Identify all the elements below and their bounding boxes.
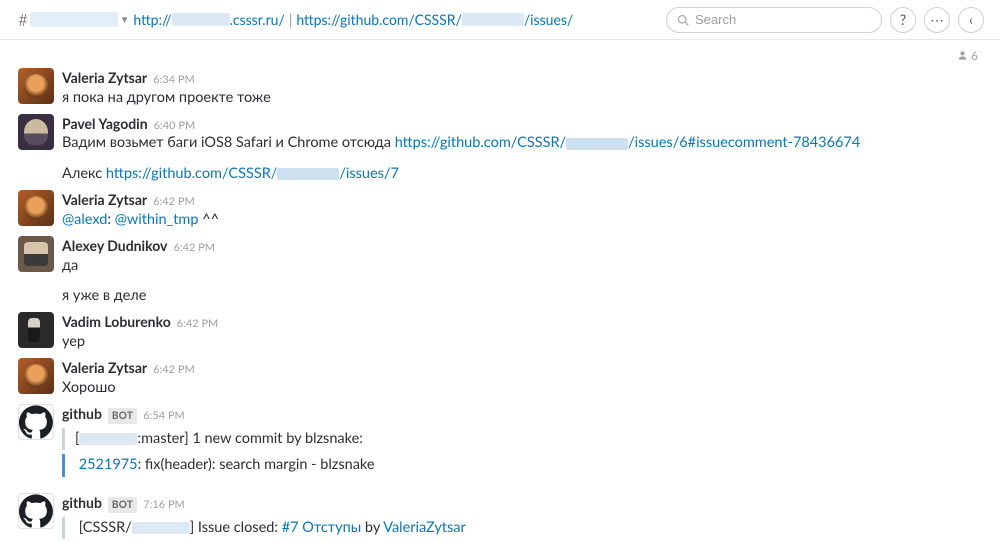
message-text: Хорошо — [62, 378, 982, 398]
message-text: Алекс https://github.com/CSSSR/ /issues/7 — [62, 164, 982, 184]
channel-hash: # — [18, 9, 28, 30]
message-timestamp[interactable]: 6:34 PM — [153, 72, 195, 87]
text: ^^ — [199, 211, 220, 228]
attachment-text: 2521975: fix(header): search margin - bl… — [75, 455, 982, 475]
message-timestamp[interactable]: 7:16 PM — [143, 497, 185, 512]
topic-link: http:// — [133, 11, 171, 28]
message-text: yep — [62, 332, 982, 352]
topic-link: https://github.com/CSSSR/ — [296, 11, 462, 28]
message-timestamp[interactable]: 6:40 PM — [154, 118, 196, 133]
search-icon — [677, 13, 689, 27]
link[interactable]: https://github.com/CSSSR/ — [106, 165, 277, 182]
message-list: Valeria Zytsar 6:34 PM я пока на другом … — [0, 63, 1000, 542]
message-author[interactable]: github — [62, 404, 102, 424]
mention[interactable]: @alexd — [62, 211, 107, 228]
topic-separator: | — [289, 11, 293, 28]
user-link[interactable]: ValeriaZytsar — [383, 519, 466, 536]
link-redacted — [277, 168, 339, 180]
github-icon — [19, 493, 53, 529]
topic-link: .csssr.ru/ — [230, 11, 285, 28]
member-count[interactable]: 6 — [971, 48, 978, 63]
more-button[interactable]: ⋯ — [924, 7, 950, 33]
message-text: @alexd: @within_tmp ^^ — [62, 210, 982, 230]
mention[interactable]: @within_tmp — [115, 211, 199, 228]
repo-redacted — [79, 433, 137, 445]
attachment-text: [CSSSR/ ] Issue closed: #7 Отступы by Val… — [75, 518, 982, 538]
avatar[interactable] — [18, 358, 54, 394]
topic-redacted — [172, 13, 230, 26]
message-text: да — [62, 256, 982, 276]
message: Valeria Zytsar 6:34 PM я пока на другом … — [0, 65, 1000, 111]
text: : fix(header): search margin - blzsnake — [138, 456, 375, 473]
avatar[interactable] — [18, 236, 54, 272]
message-author[interactable]: Valeria Zytsar — [62, 358, 147, 378]
message-timestamp[interactable]: 6:42 PM — [177, 316, 219, 331]
channel-name-redacted[interactable] — [30, 12, 118, 27]
bot-badge: BOT — [108, 408, 137, 424]
text: by — [361, 519, 383, 536]
avatar[interactable] — [18, 68, 54, 104]
attachment: [CSSSR/ ] Issue closed: #7 Отступы by Val… — [62, 517, 982, 539]
search-input[interactable] — [695, 12, 871, 27]
topic-link: /issues/ — [524, 11, 573, 28]
chevron-left-icon: ‹ — [969, 11, 973, 28]
message-timestamp[interactable]: 6:42 PM — [153, 362, 195, 377]
text: [CSSSR/ — [79, 519, 132, 536]
message: Alexey Dudnikov 6:42 PM да я уже в деле — [0, 233, 1000, 309]
collapse-button[interactable]: ‹ — [958, 7, 984, 33]
attachment: [:master] 1 new commit by blzsnake: — [62, 428, 982, 450]
message-author[interactable]: Valeria Zytsar — [62, 68, 147, 88]
message-timestamp[interactable]: 6:42 PM — [153, 194, 195, 209]
message: Valeria Zytsar 6:42 PM @alexd: @within_t… — [0, 187, 1000, 233]
message-timestamp[interactable]: 6:42 PM — [173, 240, 215, 255]
search-box[interactable] — [666, 7, 882, 33]
help-button[interactable]: ? — [890, 7, 916, 33]
message: Vadim Loburenko 6:42 PM yep — [0, 309, 1000, 355]
link[interactable]: /issues/6#issuecomment-78436674 — [628, 134, 860, 151]
message-author[interactable]: Alexey Dudnikov — [62, 236, 167, 256]
link-redacted — [566, 138, 628, 150]
message-author[interactable]: Pavel Yagodin — [62, 114, 148, 134]
attachment-text: [:master] 1 new commit by blzsnake: — [75, 429, 982, 449]
message-text: я уже в деле — [62, 286, 982, 306]
message-author[interactable]: github — [62, 493, 102, 513]
repo-redacted — [132, 522, 190, 534]
text: ] Issue closed: — [190, 519, 282, 536]
message-text: Вадим возьмет баги iOS8 Safari и Chrome … — [62, 133, 982, 153]
issue-link[interactable]: #7 Отступы — [282, 519, 362, 536]
message: Pavel Yagodin 6:40 PM Вадим возьмет баги… — [0, 111, 1000, 187]
topic-redacted — [462, 13, 524, 26]
message-author[interactable]: Valeria Zytsar — [62, 190, 147, 210]
help-icon: ? — [900, 11, 906, 28]
link[interactable]: https://github.com/CSSSR/ — [395, 134, 566, 151]
ellipsis-icon: ⋯ — [930, 11, 944, 29]
message-timestamp[interactable]: 6:54 PM — [143, 408, 185, 423]
channel-subheader: 6 — [0, 40, 1000, 63]
text: Алекс — [62, 165, 106, 182]
text: : — [107, 211, 114, 228]
message-text: я пока на другом проекте тоже — [62, 88, 982, 108]
channel-topic[interactable]: http:// .csssr.ru/ | https://github.com/… — [133, 11, 654, 28]
avatar[interactable] — [18, 312, 54, 348]
link[interactable]: /issues/7 — [339, 165, 399, 182]
github-icon — [19, 404, 53, 440]
avatar[interactable] — [18, 404, 54, 440]
message: Valeria Zytsar 6:42 PM Хорошо — [0, 355, 1000, 401]
text: Вадим возьмет баги iOS8 Safari и Chrome … — [62, 134, 395, 151]
message-author[interactable]: Vadim Loburenko — [62, 312, 171, 332]
attachment: 2521975: fix(header): search margin - bl… — [62, 454, 982, 476]
commit-link[interactable]: 2521975 — [79, 456, 138, 473]
message: github BOT 6:54 PM [:master] 1 new commi… — [0, 401, 1000, 480]
members-icon[interactable] — [957, 50, 968, 61]
chevron-down-icon[interactable]: ▾ — [122, 13, 128, 26]
message: github BOT 7:16 PM [CSSSR/ ] Issue closed… — [0, 490, 1000, 542]
avatar[interactable] — [18, 190, 54, 226]
bot-badge: BOT — [108, 497, 137, 513]
avatar[interactable] — [18, 493, 54, 529]
avatar[interactable] — [18, 114, 54, 150]
text: :master] 1 new commit by blzsnake: — [137, 430, 362, 447]
channel-header: # ▾ http:// .csssr.ru/ | https://github.… — [0, 0, 1000, 40]
